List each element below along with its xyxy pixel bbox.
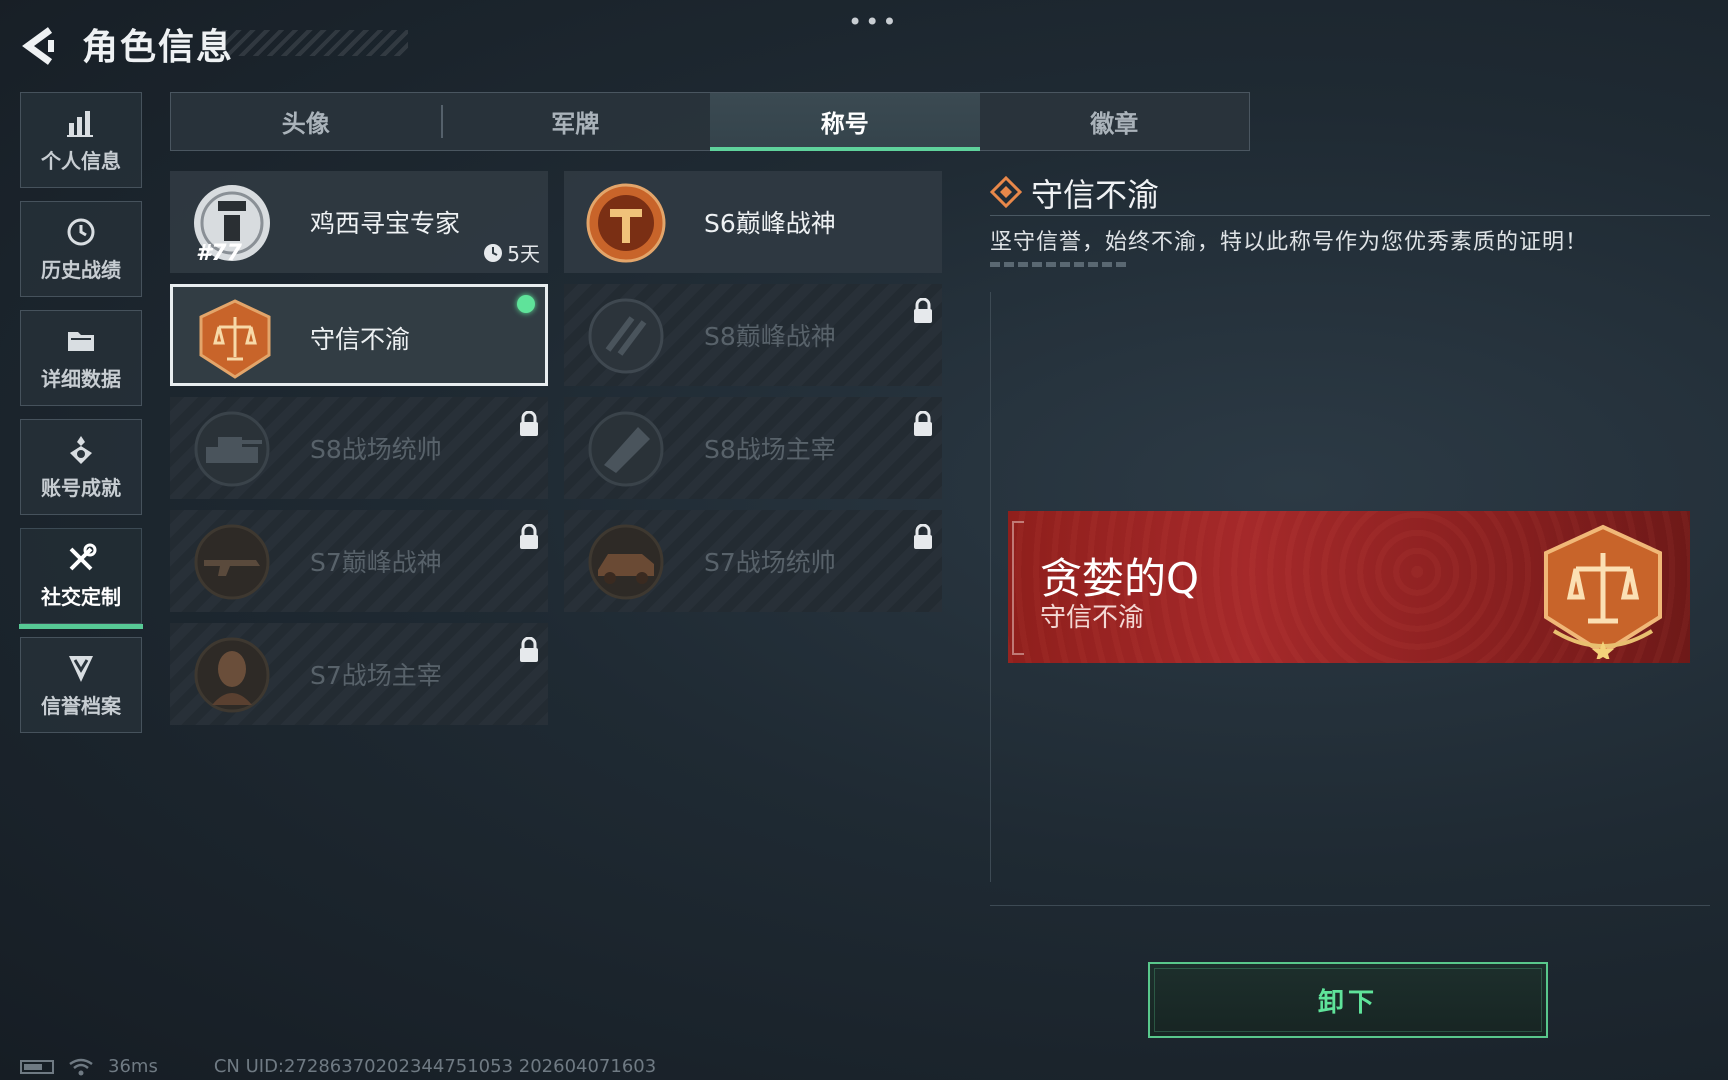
status-bar: 36ms CN UID:27286370202344751053 2026040…	[20, 1056, 656, 1077]
sidebar-item-label: 社交定制	[41, 584, 121, 609]
tab-dogtag[interactable]: 军牌	[440, 93, 711, 150]
s6-peak-badge-icon	[586, 183, 666, 263]
unequip-label: 卸下	[1317, 987, 1378, 1018]
lock-icon	[914, 524, 932, 549]
title-diamond-icon	[990, 176, 1022, 208]
tank-badge-icon	[194, 411, 270, 487]
detail-decoration	[990, 262, 1126, 267]
title-card-name: 守信不渝	[310, 325, 411, 354]
title-card-name: S7巅峰战神	[310, 548, 442, 577]
unequip-button[interactable]: 卸下	[1148, 962, 1548, 1038]
title-card[interactable]: #77 鸡西寻宝专家 5天	[170, 171, 548, 273]
title-card-name: S7战场主宰	[310, 661, 442, 690]
bar-chart-icon	[67, 110, 93, 137]
title-card-locked[interactable]: S8巅峰战神	[564, 284, 942, 386]
badge-number: #77	[196, 241, 242, 266]
sidebar-item-label: 账号成就	[41, 475, 121, 500]
uid-text: CN UID:27286370202344751053 202604071603	[213, 1056, 657, 1077]
tools-icon	[69, 543, 97, 570]
battery-icon	[20, 1059, 54, 1074]
folder-icon	[68, 331, 94, 351]
title-card[interactable]: S6巅峰战神	[564, 171, 942, 273]
scales-badge-icon	[1544, 524, 1662, 659]
title-card-name: S6巅峰战神	[704, 209, 836, 238]
tab-badge[interactable]: 徽章	[980, 93, 1250, 150]
lock-icon	[914, 411, 932, 436]
clock-icon	[484, 243, 503, 262]
sidebar-item-personal-info[interactable]: 个人信息	[20, 92, 142, 188]
title-card-selected[interactable]: 守信不渝	[170, 284, 548, 386]
detail-divider	[990, 215, 1710, 216]
sidebar-item-label: 信誉档案	[41, 693, 121, 718]
sidebar-item-label: 详细数据	[41, 366, 121, 391]
category-tabs: 头像 军牌 称号 徽章	[170, 92, 1250, 151]
tab-title[interactable]: 称号	[710, 93, 980, 151]
page-title: 角色信息	[82, 27, 235, 68]
lock-icon	[520, 637, 538, 662]
sidebar: 个人信息 历史战绩 详细数据 账号成就 社交定制 信誉档案	[19, 92, 144, 746]
title-card-locked[interactable]: S7战场统帅	[564, 510, 942, 612]
vehicle-badge-icon	[588, 524, 664, 600]
wifi-icon	[69, 1058, 93, 1075]
s8-peak-badge-icon	[588, 298, 664, 374]
sidebar-item-credit-record[interactable]: 信誉档案	[20, 637, 142, 733]
title-decoration	[222, 30, 408, 56]
more-menu-icon[interactable]: •••	[848, 8, 899, 36]
medal-icon	[70, 435, 92, 464]
title-card-locked[interactable]: S8战场统帅	[170, 397, 548, 499]
shield-chevron-icon	[69, 655, 93, 682]
title-card-name: S7战场统帅	[704, 548, 836, 577]
banner-title-text: 守信不渝	[1040, 603, 1145, 633]
title-card-name: S8巅峰战神	[704, 322, 836, 351]
banner-corner-decoration	[1012, 521, 1024, 655]
title-card-name: 鸡西寻宝专家	[310, 209, 461, 238]
detail-title: 守信不渝	[1031, 176, 1160, 214]
ping-text: 36ms	[108, 1056, 158, 1077]
detail-description: 坚守信誉，始终不渝，特以此称号作为您优秀素质的证明！	[990, 230, 1589, 255]
history-clock-icon	[67, 218, 95, 245]
lock-icon	[520, 524, 538, 549]
rocket-launcher-badge-icon	[588, 411, 664, 487]
scales-badge-icon	[199, 299, 271, 379]
title-card-locked[interactable]: S7战场主宰	[170, 623, 548, 725]
sidebar-item-history[interactable]: 历史战绩	[20, 201, 142, 297]
sidebar-item-social-custom[interactable]: 社交定制	[19, 528, 143, 629]
equipped-indicator	[517, 295, 535, 313]
soldier-badge-icon	[194, 637, 270, 713]
title-card-name: S8战场统帅	[310, 435, 442, 464]
title-card-locked[interactable]: S7巅峰战神	[170, 510, 548, 612]
rifle-badge-icon	[194, 524, 270, 600]
tab-avatar[interactable]: 头像	[171, 93, 441, 150]
title-preview-banner: 贪婪的Q 守信不渝	[1008, 511, 1690, 663]
lock-icon	[520, 411, 538, 436]
back-arrow-icon[interactable]	[20, 26, 60, 66]
lock-icon	[914, 298, 932, 323]
sidebar-item-detailed-data[interactable]: 详细数据	[20, 310, 142, 406]
sidebar-item-achievements[interactable]: 账号成就	[20, 419, 142, 515]
expiry-timer-text: 5天	[507, 242, 540, 266]
sidebar-item-label: 个人信息	[41, 148, 121, 173]
frame-line	[990, 905, 1710, 906]
title-card-name: S8战场主宰	[704, 435, 836, 464]
expiry-timer: 5天	[483, 238, 540, 267]
sidebar-item-label: 历史战绩	[41, 257, 121, 282]
frame-line	[990, 292, 991, 882]
title-card-locked[interactable]: S8战场主宰	[564, 397, 942, 499]
